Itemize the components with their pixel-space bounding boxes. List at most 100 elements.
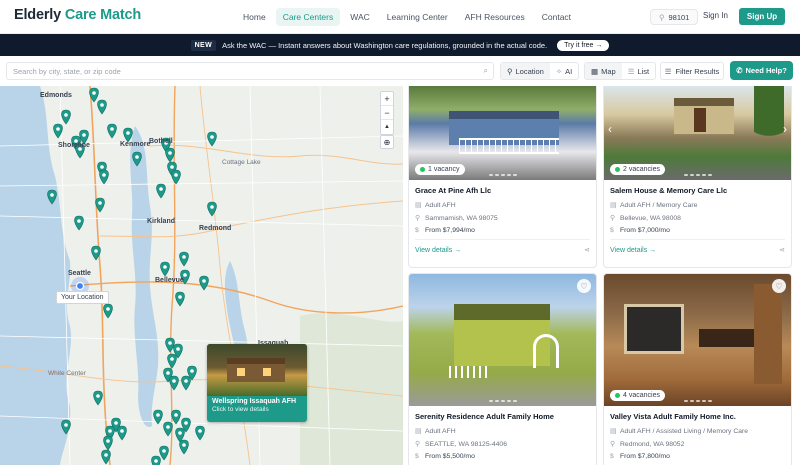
- listing-photo[interactable]: ♡: [409, 274, 596, 406]
- care-center-map-pin[interactable]: [99, 169, 109, 185]
- care-center-map-pin[interactable]: [195, 425, 205, 441]
- map-pin-center: [108, 429, 112, 433]
- listing-card[interactable]: ♡ Serenity Residence Adult Family Home ▤…: [408, 273, 597, 465]
- view-details-link[interactable]: View details →: [610, 247, 656, 254]
- favorite-heart-icon[interactable]: ♡: [577, 279, 591, 293]
- share-icon[interactable]: ⋖: [779, 246, 785, 254]
- map-pin-center: [202, 279, 206, 283]
- listing-title[interactable]: Grace At Pine Afh Llc: [415, 186, 590, 195]
- view-details-link[interactable]: View details →: [415, 247, 461, 254]
- logo-text-accent: Care Match: [64, 7, 141, 23]
- care-center-map-pin[interactable]: [171, 169, 181, 185]
- listing-card[interactable]: 1 vacancy Grace At Pine Afh Llc ▤ Adult A…: [408, 86, 597, 268]
- care-center-map-pin[interactable]: [179, 251, 189, 267]
- photo-carousel-dots[interactable]: [488, 400, 517, 402]
- share-icon[interactable]: ⋖: [584, 246, 590, 254]
- map-pin-center: [96, 394, 100, 398]
- listing-title[interactable]: Valley Vista Adult Family Home Inc.: [610, 412, 785, 421]
- care-center-map-pin[interactable]: [74, 215, 84, 231]
- main-nav: Home Care Centers WAC Learning Center AF…: [236, 0, 581, 34]
- sign-in-link[interactable]: Sign In: [703, 11, 728, 20]
- prev-photo-icon[interactable]: ‹: [608, 122, 612, 136]
- search-input[interactable]: Search by city, state, or zip code ⌕: [6, 62, 494, 80]
- nav-wac[interactable]: WAC: [343, 8, 377, 26]
- place-label-bothell: Bothell: [149, 138, 173, 145]
- search-icon: ⌕: [483, 66, 488, 75]
- sparkle-icon: ✧: [555, 66, 563, 76]
- site-logo[interactable]: Elderly Care Match: [14, 7, 141, 23]
- dollar-icon: $: [610, 227, 614, 234]
- sign-up-button[interactable]: Sign Up: [739, 8, 785, 25]
- care-center-map-pin[interactable]: [123, 127, 133, 143]
- care-center-map-pin[interactable]: [159, 445, 169, 461]
- deck-railing: [459, 138, 559, 154]
- care-center-map-pin[interactable]: [107, 123, 117, 139]
- map-pin-center: [98, 201, 102, 205]
- map-pin-icon: ⚲: [610, 441, 615, 448]
- locate-me-button[interactable]: ⊕: [380, 135, 394, 149]
- nav-learning-center[interactable]: Learning Center: [380, 8, 455, 26]
- care-center-map-pin[interactable]: [61, 109, 71, 125]
- photo-carousel-dots[interactable]: [683, 174, 712, 176]
- location-mode-button[interactable]: ⚲ Location: [501, 63, 550, 79]
- map-pin-center: [64, 113, 68, 117]
- care-center-map-pin[interactable]: [199, 275, 209, 291]
- care-center-map-pin[interactable]: [103, 435, 113, 451]
- map-pin-center: [126, 131, 130, 135]
- map-pin-center: [163, 265, 167, 269]
- listing-title[interactable]: Salem House & Memory Care Llc: [610, 186, 785, 195]
- try-it-free-button[interactable]: Try it free →: [557, 39, 610, 51]
- nav-home[interactable]: Home: [236, 8, 273, 26]
- need-help-label: Need Help?: [745, 66, 787, 75]
- care-center-map-pin[interactable]: [207, 131, 217, 147]
- photo-carousel-dots[interactable]: [683, 400, 712, 402]
- nav-contact[interactable]: Contact: [535, 8, 578, 26]
- nav-afh-resources[interactable]: AFH Resources: [458, 8, 532, 26]
- care-center-map-pin[interactable]: [179, 439, 189, 455]
- map-view-button[interactable]: ▦ Map: [585, 63, 622, 79]
- care-center-map-pin[interactable]: [160, 261, 170, 277]
- zoom-in-button[interactable]: +: [381, 92, 393, 106]
- compass-button[interactable]: ▲: [381, 120, 393, 134]
- map-pin-icon: ⚲: [507, 66, 513, 76]
- map-pin-icon: ⚲: [415, 215, 420, 222]
- care-center-map-pin[interactable]: [181, 375, 191, 391]
- photo-carousel-dots[interactable]: [488, 174, 517, 176]
- listing-card[interactable]: ‹ › 2 vacancies Salem House & Memory Car…: [603, 86, 792, 268]
- map-pin-center: [178, 295, 182, 299]
- map-listing-popup[interactable]: Wellspring Issaquah AFH Click to view de…: [207, 344, 307, 422]
- next-photo-icon[interactable]: ›: [783, 122, 787, 136]
- nav-care-centers[interactable]: Care Centers: [275, 8, 341, 26]
- place-label-redmond: Redmond: [199, 225, 232, 232]
- map-pin-center: [182, 255, 186, 259]
- filter-results-button[interactable]: ☰ Filter Results: [660, 62, 724, 80]
- listing-photo[interactable]: 1 vacancy: [409, 86, 596, 180]
- care-center-map-pin[interactable]: [97, 99, 107, 115]
- list-view-button[interactable]: ☰ List: [622, 63, 655, 79]
- care-center-map-pin[interactable]: [117, 425, 127, 441]
- care-center-map-pin[interactable]: [207, 201, 217, 217]
- listing-card[interactable]: ♡ 4 vacancies Valley Vista Adult Family …: [603, 273, 792, 465]
- filter-label: Filter Results: [675, 66, 720, 76]
- care-center-map-pin[interactable]: [165, 337, 175, 353]
- care-center-map-pin[interactable]: [171, 409, 181, 425]
- favorite-heart-icon[interactable]: ♡: [772, 279, 786, 293]
- building-icon: ▤: [415, 428, 422, 435]
- listing-photo[interactable]: ♡ 4 vacancies: [604, 274, 791, 406]
- zip-location-chip[interactable]: ⚲ 98101: [650, 9, 699, 25]
- place-label-shoreline: Shoreline: [58, 142, 90, 149]
- listing-photo[interactable]: ‹ › 2 vacancies: [604, 86, 791, 180]
- need-help-button[interactable]: ✆ Need Help?: [730, 61, 793, 80]
- listing-title[interactable]: Serenity Residence Adult Family Home: [415, 412, 590, 421]
- care-center-map-pin[interactable]: [103, 303, 113, 319]
- map-pin-center: [94, 249, 98, 253]
- map-panel[interactable]: Edmonds Shoreline Kenmore Bothell Cottag…: [0, 86, 403, 465]
- care-center-map-pin[interactable]: [93, 390, 103, 406]
- care-center-map-pin[interactable]: [167, 353, 177, 369]
- care-center-map-pin[interactable]: [175, 291, 185, 307]
- care-center-map-pin[interactable]: [165, 147, 175, 163]
- ai-mode-button[interactable]: ✧ AI: [550, 63, 578, 79]
- place-label-cottage-lake: Cottage Lake: [222, 159, 261, 166]
- care-center-map-pin[interactable]: [156, 183, 166, 199]
- zoom-out-button[interactable]: −: [381, 106, 393, 120]
